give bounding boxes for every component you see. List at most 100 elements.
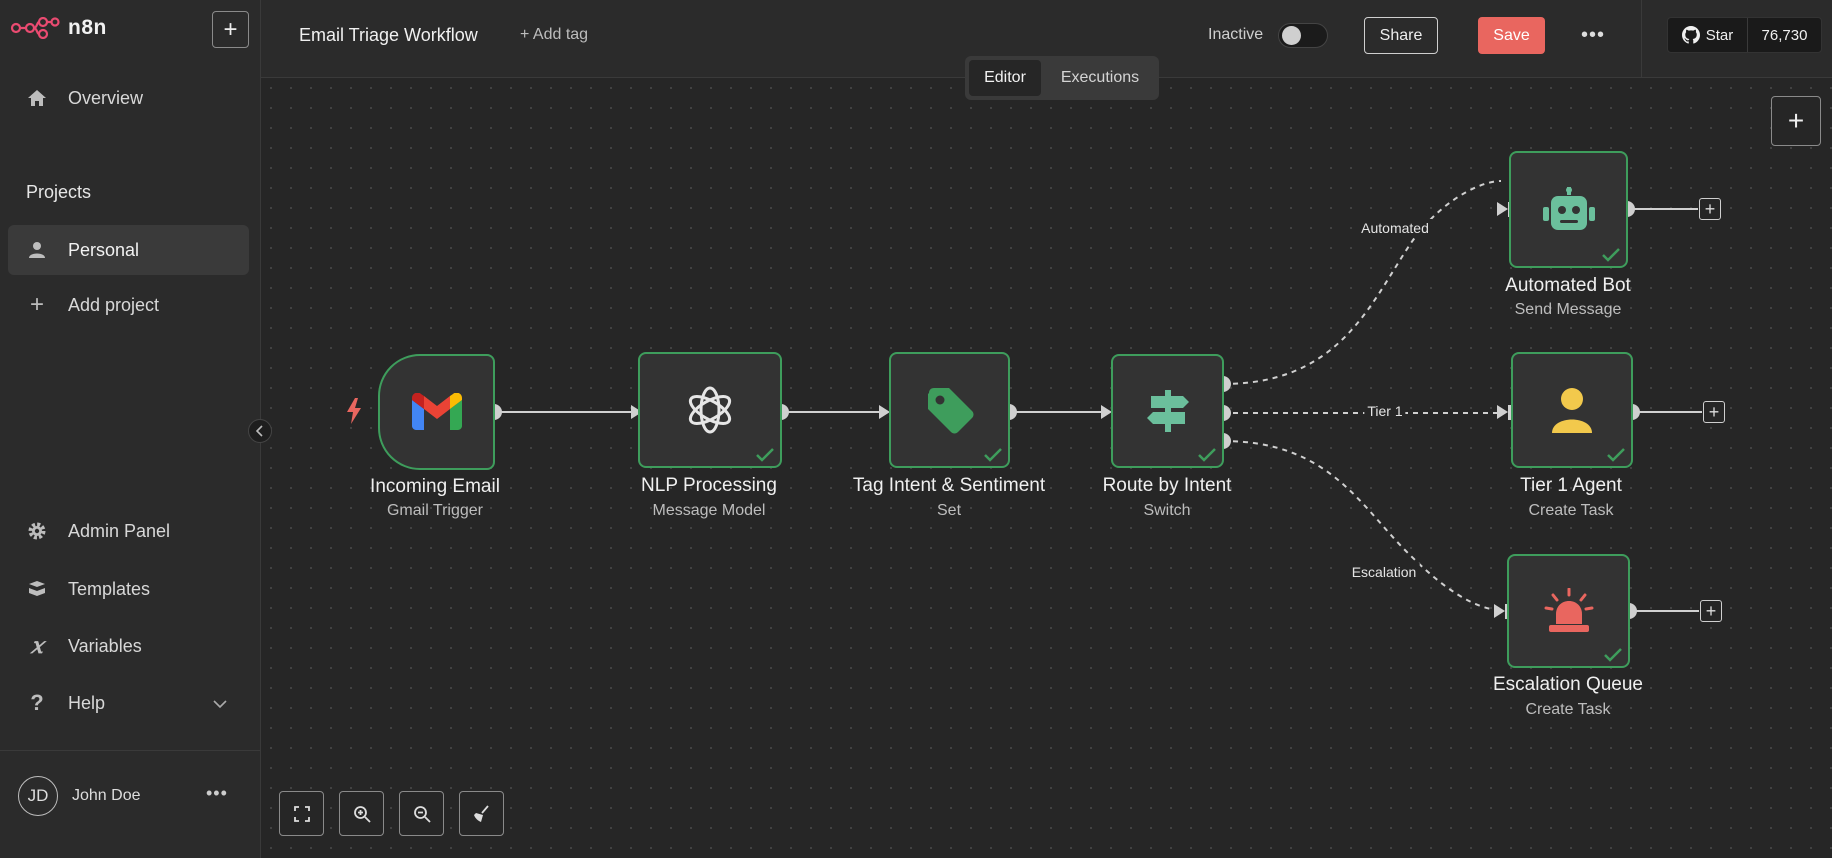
sidebar-item-admin-panel[interactable]: Admin Panel bbox=[8, 506, 249, 556]
check-icon bbox=[1607, 448, 1625, 462]
view-tabs: Editor Executions bbox=[965, 56, 1159, 100]
signpost-icon bbox=[1146, 390, 1189, 432]
collapse-sidebar-button[interactable] bbox=[248, 419, 272, 443]
more-options-button[interactable]: ••• bbox=[1581, 24, 1605, 47]
node-incoming-email[interactable] bbox=[378, 354, 495, 470]
toggle-knob bbox=[1282, 26, 1301, 45]
github-star-label: Star bbox=[1705, 26, 1734, 44]
plus-icon: + bbox=[1708, 402, 1720, 422]
activation-status-label: Inactive bbox=[1208, 26, 1264, 43]
add-node-button[interactable]: + bbox=[1699, 198, 1721, 220]
node-route-by-intent[interactable] bbox=[1111, 354, 1224, 468]
plus-icon: + bbox=[29, 291, 44, 318]
header-divider bbox=[1641, 0, 1642, 78]
share-button[interactable]: Share bbox=[1364, 17, 1438, 54]
input-arrow bbox=[1494, 604, 1505, 618]
zoom-to-fit-button[interactable] bbox=[279, 791, 324, 836]
user-menu-button[interactable]: ••• bbox=[206, 783, 228, 804]
node-label: Route by Intent bbox=[1102, 475, 1232, 496]
sidebar-item-label: Admin Panel bbox=[68, 520, 171, 541]
check-icon bbox=[1604, 648, 1622, 662]
plus-icon: + bbox=[1705, 601, 1717, 621]
add-node-panel-button[interactable]: + bbox=[1771, 96, 1821, 146]
tab-editor[interactable]: Editor bbox=[969, 60, 1041, 96]
node-label: Incoming Email bbox=[370, 476, 500, 497]
node-label: NLP Processing bbox=[641, 475, 777, 496]
node-sublabel: Set bbox=[936, 502, 962, 519]
gear-icon bbox=[26, 520, 48, 542]
user-icon bbox=[26, 239, 48, 261]
plus-icon: + bbox=[1787, 105, 1805, 136]
node-sublabel: Create Task bbox=[1528, 502, 1614, 519]
zoom-out-button[interactable] bbox=[399, 791, 444, 836]
sidebar-item-help[interactable]: ? Help bbox=[8, 678, 249, 728]
sidebar-item-label: Add project bbox=[68, 294, 160, 315]
github-icon bbox=[1681, 26, 1700, 44]
github-star-button[interactable]: Star 76,730 bbox=[1667, 17, 1822, 53]
zoom-out-icon bbox=[413, 805, 431, 823]
node-sublabel: Message Model bbox=[652, 502, 766, 519]
broom-icon bbox=[473, 804, 489, 822]
n8n-logo-icon bbox=[10, 17, 60, 39]
node-sublabel: Gmail Trigger bbox=[386, 502, 484, 519]
help-icon: ? bbox=[30, 690, 44, 715]
node-label: Tag Intent & Sentiment bbox=[852, 475, 1046, 496]
node-label: Escalation Queue bbox=[1493, 674, 1643, 695]
node-automated-bot[interactable] bbox=[1509, 151, 1628, 268]
check-icon bbox=[984, 448, 1002, 462]
logo-text: n8n bbox=[68, 16, 107, 39]
tag-icon bbox=[927, 388, 973, 434]
connection-label-escalation: Escalation bbox=[1348, 563, 1420, 581]
node-escalation-queue[interactable] bbox=[1507, 554, 1630, 668]
plus-icon: + bbox=[223, 15, 238, 43]
add-node-button[interactable]: + bbox=[1703, 401, 1725, 423]
sidebar-item-personal[interactable]: Personal bbox=[8, 225, 249, 275]
sidebar-item-overview[interactable]: Overview bbox=[8, 73, 249, 123]
sidebar-item-label: Overview bbox=[68, 87, 144, 108]
check-icon bbox=[756, 448, 774, 462]
projects-heading: Projects bbox=[26, 182, 92, 202]
check-icon bbox=[1198, 448, 1216, 462]
check-icon bbox=[1602, 248, 1620, 262]
user-name: John Doe bbox=[72, 787, 141, 804]
n8n-logo[interactable]: n8n bbox=[10, 16, 107, 40]
node-sublabel: Switch bbox=[1143, 502, 1191, 519]
node-label: Automated Bot bbox=[1505, 275, 1631, 296]
chevron-left-icon bbox=[256, 425, 263, 437]
github-star[interactable]: Star bbox=[1668, 18, 1748, 52]
sidebar-item-variables[interactable]: 𝑥 Variables bbox=[8, 621, 249, 671]
tidy-up-button[interactable] bbox=[459, 791, 504, 836]
robot-icon bbox=[1542, 186, 1595, 230]
node-sublabel: Create Task bbox=[1525, 701, 1611, 718]
zoom-in-button[interactable] bbox=[339, 791, 384, 836]
avatar[interactable]: JD bbox=[18, 776, 58, 816]
add-tag-button[interactable]: + Add tag bbox=[520, 26, 588, 44]
node-nlp-processing[interactable] bbox=[638, 352, 782, 468]
templates-icon bbox=[26, 578, 48, 600]
workflow-canvas[interactable]: Automated Tier 1 Escalation Incoming Ema… bbox=[261, 78, 1832, 858]
chevron-down-icon bbox=[213, 693, 227, 714]
connection-route-bot bbox=[1222, 180, 1502, 385]
activate-toggle[interactable] bbox=[1278, 23, 1328, 48]
sidebar-item-label: Templates bbox=[68, 578, 151, 599]
add-node-button[interactable]: + bbox=[1700, 600, 1722, 622]
connection-route-escalation bbox=[1222, 440, 1502, 611]
sidebar-item-templates[interactable]: Templates bbox=[8, 564, 249, 614]
create-new-button[interactable]: + bbox=[212, 11, 249, 48]
sidebar: n8n + Overview Projects Personal + Add p… bbox=[0, 0, 261, 858]
zoom-in-icon bbox=[353, 805, 371, 823]
workflow-title[interactable]: Email Triage Workflow bbox=[299, 25, 478, 46]
node-tier1-agent[interactable] bbox=[1511, 352, 1633, 468]
tab-executions[interactable]: Executions bbox=[1045, 60, 1155, 96]
node-tag-intent-sentiment[interactable] bbox=[889, 352, 1010, 468]
siren-icon bbox=[1544, 588, 1593, 632]
home-icon bbox=[26, 87, 48, 109]
sidebar-item-label: Personal bbox=[68, 239, 140, 260]
connection-label-tier1: Tier 1 bbox=[1364, 402, 1406, 420]
canvas-controls bbox=[279, 791, 504, 836]
save-button[interactable]: Save bbox=[1478, 17, 1545, 54]
fit-view-icon bbox=[293, 805, 310, 822]
input-arrow bbox=[1497, 202, 1508, 216]
sidebar-item-add-project[interactable]: + Add project bbox=[8, 280, 249, 330]
plus-icon: + bbox=[1704, 199, 1716, 219]
